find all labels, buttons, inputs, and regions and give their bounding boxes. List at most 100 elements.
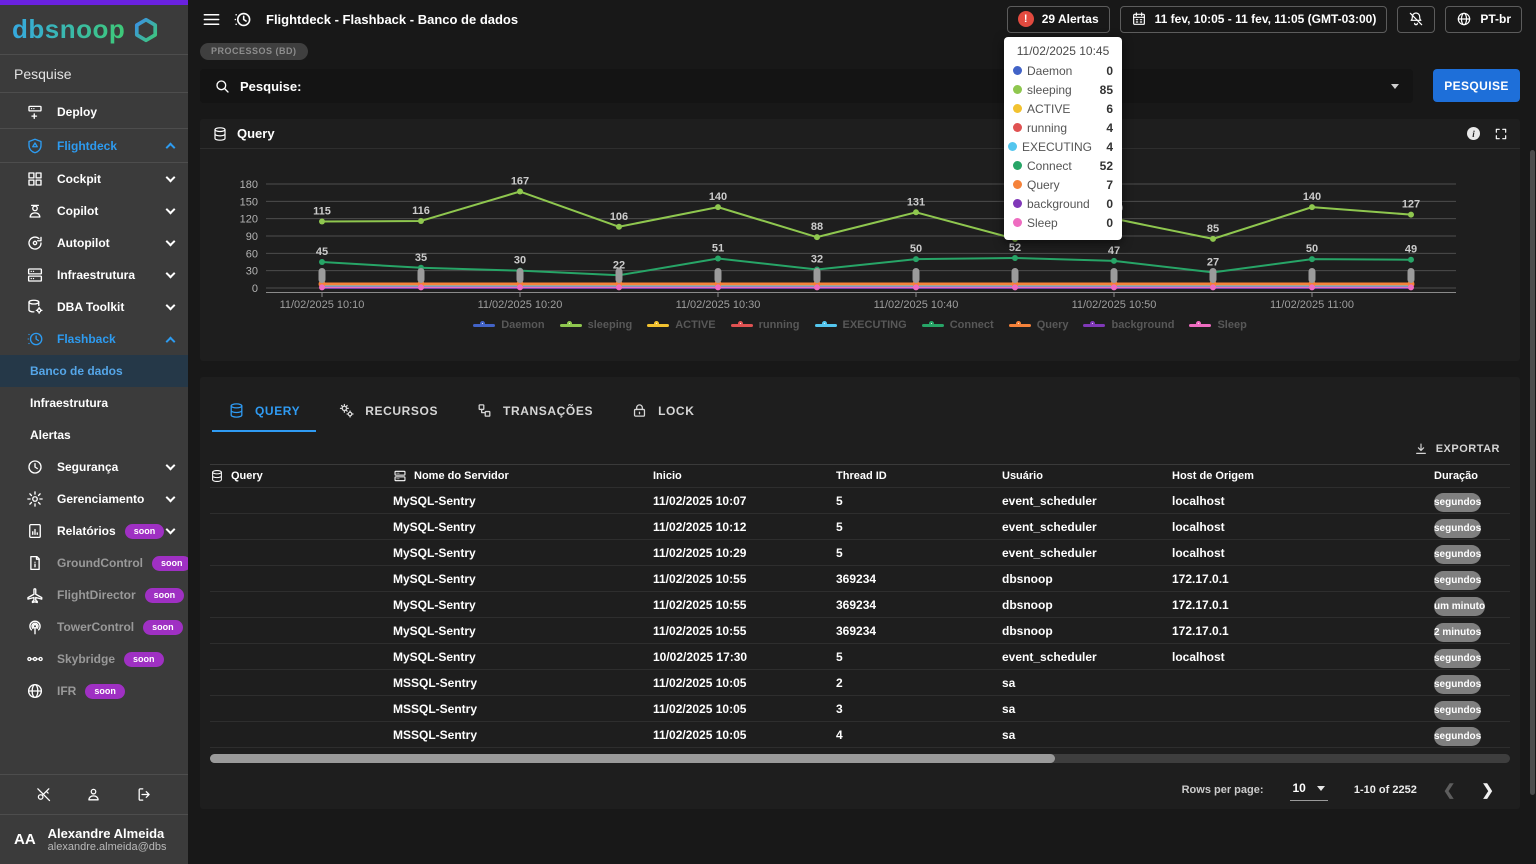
table-cell: MSSQL-Sentry [393,728,653,742]
query-chart-panel: Query 030609012015018011/02/2025 10:1011… [200,119,1520,361]
tab-query[interactable]: QUERY [212,393,316,432]
sidebar-item-alertas[interactable]: Alertas [0,419,188,451]
table-row[interactable]: MySQL-Sentry11/02/2025 10:295event_sched… [210,540,1510,566]
column-header-host-de-origem[interactable]: Host de Origem [1172,470,1434,482]
vertical-scrollbar[interactable] [1530,150,1535,795]
table-cell: dbsnoop [1002,598,1172,612]
series-dot-icon [1013,104,1022,113]
export-button[interactable]: EXPORTAR [1414,442,1500,456]
table-row[interactable]: MSSQL-Sentry11/02/2025 10:052sasegundos [210,670,1510,696]
column-header-usuario[interactable]: Usuário [1002,470,1172,482]
sidebar-item-dba-toolkit[interactable]: DBA Toolkit [0,291,188,323]
sidebar-item-ifr[interactable]: IFRsoon [0,675,188,707]
legend-item-executing[interactable]: EXECUTING [815,319,907,331]
table-row[interactable]: MySQL-Sentry11/02/2025 10:075event_sched… [210,488,1510,514]
sidebar-item-cockpit[interactable]: Cockpit [0,163,188,195]
series-value: 0 [1097,64,1113,78]
sidebar-item-copilot[interactable]: Copilot [0,195,188,227]
mute-notifications-button[interactable] [1397,6,1435,33]
svg-text:140: 140 [1303,191,1321,203]
sidebar-item-gerenciamento[interactable]: Gerenciamento [0,483,188,515]
duration-badge: segundos [1434,519,1481,538]
duration-badge: segundos [1434,701,1481,720]
column-header-duracao[interactable]: Duração [1434,470,1510,482]
rows-per-page-select[interactable]: 10 [1290,779,1328,801]
tab-recursos[interactable]: RECURSOS [322,393,454,432]
legend-item-sleeping[interactable]: sleeping [560,319,633,331]
legend-item-daemon[interactable]: Daemon [473,319,544,331]
legend-item-running[interactable]: running [731,319,800,331]
sidebar-item-towercontrol[interactable]: TowerControlsoon [0,611,188,643]
copilot-icon [26,202,44,220]
table-row[interactable]: MSSQL-Sentry11/02/2025 10:054sasegundos [210,722,1510,748]
process-chip[interactable]: PROCESSOS (BD) [200,43,308,60]
column-header-inicio[interactable]: Inicio [653,470,836,482]
column-header-nome-do-servidor[interactable]: Nome do Servidor [393,469,653,483]
sidebar-item-relatorios[interactable]: Relatóriossoon [0,515,188,547]
person-icon[interactable] [85,786,102,803]
sidebar-item-autopilot[interactable]: Autopilot [0,227,188,259]
legend-item-background[interactable]: background [1083,319,1174,331]
report-icon [26,522,44,540]
sidebar-item-label: Copilot [57,204,98,218]
tab-label: LOCK [658,404,694,418]
column-header-thread-id[interactable]: Thread ID [836,470,1002,482]
sidebar-item-groundcontrol[interactable]: GroundControlsoon [0,547,188,579]
svg-text:140: 140 [709,191,727,203]
tooltip-row: Query7 [1013,175,1113,194]
horizontal-scrollbar[interactable] [210,754,1510,763]
table-row[interactable]: MySQL-Sentry11/02/2025 10:55369234dbsnoo… [210,566,1510,592]
series-value: 0 [1097,216,1113,230]
legend-item-sleep[interactable]: Sleep [1189,319,1246,331]
sidebar-item-skybridge[interactable]: Skybridgesoon [0,643,188,675]
sidebar-item-banco-de-dados[interactable]: Banco de dados [0,355,188,387]
table-row[interactable]: MySQL-Sentry11/02/2025 10:125event_sched… [210,514,1510,540]
query-chart[interactable]: 030609012015018011/02/2025 10:1011/02/20… [200,155,1520,313]
series-dot-icon [1013,218,1022,227]
sidebar-item-deploy[interactable]: Deploy [0,95,188,129]
legend-item-query[interactable]: Query [1009,319,1069,331]
previous-page-button[interactable]: ❮ [1443,783,1456,798]
legend-item-connect[interactable]: Connect [922,319,994,331]
search-dropdown-caret-icon[interactable] [1391,84,1399,89]
scrollbar-thumb[interactable] [210,754,1055,763]
sidebar-item-label: Banco de dados [30,364,123,378]
svg-text:51: 51 [712,243,724,255]
sidebar-item-flashback[interactable]: Flashback [0,323,188,355]
table-row[interactable]: MSSQL-Sentry11/02/2025 10:053sasegundos [210,696,1510,722]
alerts-button[interactable]: 29 Alertas [1007,6,1110,33]
logout-icon[interactable] [136,786,153,803]
table-row[interactable]: MySQL-Sentry10/02/2025 17:305event_sched… [210,644,1510,670]
svg-text:180: 180 [240,179,258,191]
next-page-button[interactable]: ❯ [1481,783,1494,798]
logo[interactable]: dbsnoop [0,5,188,55]
info-icon[interactable] [1467,127,1480,140]
key-off-icon[interactable] [35,786,52,803]
sidebar-item-flightdeck[interactable]: Flightdeck [0,129,188,163]
sidebar-item-seguranca[interactable]: Segurança [0,451,188,483]
flashback-icon [26,330,44,348]
sidebar-item-infraestrutura[interactable]: Infraestrutura [0,259,188,291]
menu-icon[interactable] [202,10,221,29]
sidebar-item-flightdirector[interactable]: FlightDirectorsoon [0,579,188,611]
table-row[interactable]: MySQL-Sentry11/02/2025 10:55369234dbsnoo… [210,592,1510,618]
column-header-query[interactable]: Query [210,469,393,483]
sidebar-item-infraestrutura[interactable]: Infraestrutura [0,387,188,419]
svg-text:11/02/2025 11:00: 11/02/2025 11:00 [1270,299,1354,311]
language-button[interactable]: PT-br [1445,6,1522,33]
svg-text:30: 30 [246,266,258,278]
table-cell: 3 [836,702,1002,716]
tab-transacoes[interactable]: TRANSAÇÕES [460,393,609,432]
table-row[interactable]: MySQL-Sentry11/02/2025 10:55369234dbsnoo… [210,618,1510,644]
search-input[interactable]: Pesquise: [200,69,1413,103]
table-cell: 11/02/2025 10:12 [653,520,836,534]
search-button[interactable]: PESQUISE [1433,69,1520,102]
sidebar: dbsnoop Pesquise DeployFlightdeckCockpit… [0,0,188,864]
fullscreen-icon[interactable] [1494,127,1508,141]
date-range-button[interactable]: 11 fev, 10:05 - 11 fev, 11:05 (GMT-03:00… [1120,6,1388,33]
sidebar-item-label: Alertas [30,428,71,442]
legend-marker-icon [1189,324,1211,327]
tab-lock[interactable]: LOCK [615,393,710,432]
legend-item-active[interactable]: ACTIVE [647,319,715,331]
user-card[interactable]: AA Alexandre Almeida alexandre.almeida@d… [0,814,188,864]
